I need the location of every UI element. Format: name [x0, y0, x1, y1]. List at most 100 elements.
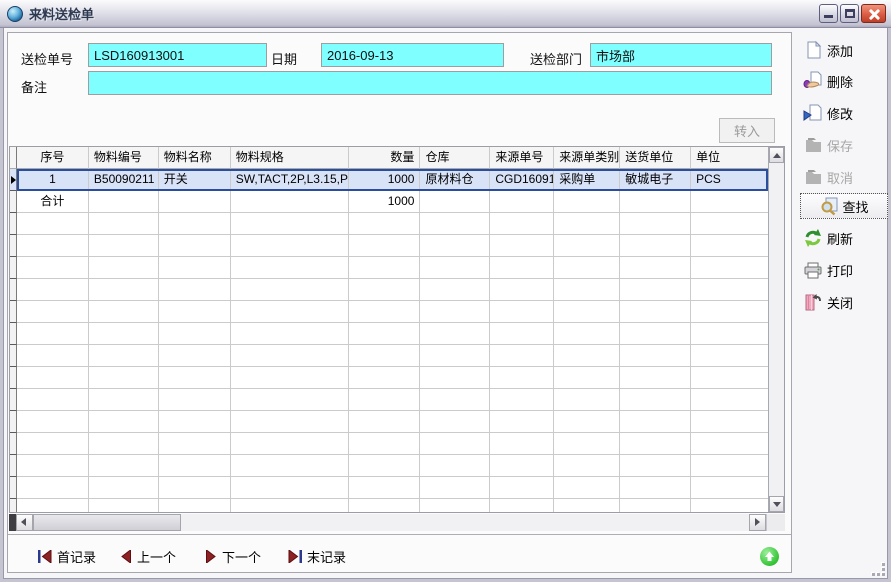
refresh-button-label: 刷新 [827, 229, 853, 248]
arrow-down-icon [773, 502, 781, 507]
next-record-button[interactable]: 下一个 [205, 547, 261, 566]
close-form-button[interactable]: 关闭 [803, 292, 887, 312]
table-row-selected[interactable]: 1 B50090211 开关 SW,TACT,2P,L3.15,P4 1000 … [10, 169, 768, 191]
col-header-name[interactable]: 物料名称 [159, 147, 231, 169]
cancel-button[interactable]: 取消 [803, 167, 887, 187]
delete-icon [803, 71, 823, 91]
table-row-empty [10, 257, 768, 279]
hscroll-track[interactable] [181, 514, 749, 531]
cell-code[interactable]: B50090211 [89, 169, 159, 191]
scroll-left-button[interactable] [16, 514, 33, 531]
table-row-empty [10, 455, 768, 477]
cell-qty[interactable]: 1000 [349, 169, 421, 191]
col-header-supplier[interactable]: 送货单位 [620, 147, 691, 169]
total-label-cell: 合计 [17, 191, 89, 213]
total-selector-cell [10, 191, 17, 213]
window-title: 来料送检单 [29, 4, 94, 23]
last-record-label: 末记录 [307, 547, 346, 566]
cell-source-no[interactable]: CGD160912 [490, 169, 554, 191]
table-row-empty [10, 235, 768, 257]
app-window: 来料送检单 送检单号 日期 送检部门 备注 转入 序号 物料编号 物料名称 [0, 0, 891, 582]
save-button-label: 保存 [827, 136, 853, 155]
grid-header-row: 序号 物料编号 物料名称 物料规格 数量 仓库 来源单号 来源单类别 送货单位 … [10, 147, 768, 169]
date-label: 日期 [271, 49, 297, 68]
date-field[interactable] [321, 43, 504, 67]
resize-grip[interactable] [871, 562, 885, 576]
scroll-right-button[interactable] [749, 514, 766, 531]
cell-spec[interactable]: SW,TACT,2P,L3.15,P4 [231, 169, 349, 191]
cancel-icon [803, 167, 823, 187]
arrow-left-icon [21, 518, 26, 526]
order-no-field[interactable] [88, 43, 267, 67]
modify-button-label: 修改 [827, 104, 853, 123]
remark-label: 备注 [21, 77, 47, 96]
col-header-warehouse[interactable]: 仓库 [420, 147, 490, 169]
first-record-icon [38, 550, 52, 563]
refresh-icon [803, 228, 823, 248]
col-header-no[interactable]: 序号 [17, 147, 89, 169]
vertical-scrollbar[interactable] [768, 147, 784, 512]
arrow-up-icon [773, 153, 781, 158]
find-button-label: 查找 [842, 197, 868, 216]
col-header-unit[interactable]: 单位 [691, 147, 768, 169]
last-record-button[interactable]: 末记录 [288, 547, 346, 566]
next-record-icon [205, 550, 217, 563]
prev-record-icon [120, 550, 132, 563]
cell-no[interactable]: 1 [17, 169, 89, 191]
cell-source-type[interactable]: 采购单 [554, 169, 620, 191]
prev-record-button[interactable]: 上一个 [120, 547, 176, 566]
app-orb-icon [7, 6, 23, 22]
delete-button[interactable]: 删除 [803, 71, 887, 91]
current-row-marker-icon [11, 176, 16, 184]
delete-button-label: 删除 [827, 72, 853, 91]
add-button-label: 添加 [827, 41, 853, 60]
last-record-icon [288, 550, 302, 563]
scroll-up-button[interactable] [769, 147, 784, 163]
col-header-source-type[interactable]: 来源单类别 [554, 147, 620, 169]
main-panel: 送检单号 日期 送检部门 备注 转入 序号 物料编号 物料名称 物料规格 数量 … [7, 32, 792, 573]
print-button-label: 打印 [827, 261, 853, 280]
close-form-icon [803, 292, 823, 312]
search-icon [819, 196, 839, 216]
col-header-qty[interactable]: 数量 [349, 147, 421, 169]
total-qty-cell: 1000 [349, 191, 421, 213]
refresh-button[interactable]: 刷新 [803, 228, 887, 248]
print-button[interactable]: 打印 [803, 260, 887, 280]
dept-label: 送检部门 [530, 49, 582, 68]
table-row-empty [10, 367, 768, 389]
cell-warehouse[interactable]: 原材料仓 [420, 169, 490, 191]
table-row-empty [10, 477, 768, 499]
grid-table: 序号 物料编号 物料名称 物料规格 数量 仓库 来源单号 来源单类别 送货单位 … [10, 147, 768, 512]
table-total-row: 合计 1000 [10, 191, 768, 213]
cancel-button-label: 取消 [827, 168, 853, 187]
close-form-button-label: 关闭 [827, 293, 853, 312]
transfer-in-button[interactable]: 转入 [719, 118, 775, 143]
table-row-empty [10, 213, 768, 235]
titlebar: 来料送检单 [0, 0, 891, 28]
cell-unit[interactable]: PCS [691, 169, 768, 191]
header-selector-cell [10, 147, 17, 169]
find-button[interactable]: 查找 [800, 193, 888, 219]
add-button[interactable]: 添加 [803, 40, 887, 60]
modify-button[interactable]: 修改 [803, 103, 887, 123]
save-button[interactable]: 保存 [803, 135, 887, 155]
horizontal-scrollbar[interactable] [9, 514, 785, 531]
table-row-empty [10, 301, 768, 323]
cell-name[interactable]: 开关 [159, 169, 231, 191]
col-header-spec[interactable]: 物料规格 [231, 147, 349, 169]
remark-field[interactable] [88, 71, 772, 95]
navbar-divider [8, 534, 791, 535]
col-header-code[interactable]: 物料编号 [89, 147, 159, 169]
scrollbar-corner [766, 514, 785, 531]
dept-field[interactable] [590, 43, 772, 67]
add-document-icon [803, 40, 823, 60]
col-header-source-no[interactable]: 来源单号 [490, 147, 554, 169]
hscroll-thumb[interactable] [33, 514, 181, 531]
record-navigation: 首记录 上一个 下一个 末记录 [8, 541, 791, 571]
edit-icon [803, 103, 823, 123]
cell-supplier[interactable]: 敏城电子 [620, 169, 691, 191]
first-record-button[interactable]: 首记录 [38, 547, 96, 566]
row-selector-cell [10, 169, 17, 191]
table-row-empty [10, 279, 768, 301]
scroll-down-button[interactable] [769, 496, 784, 512]
